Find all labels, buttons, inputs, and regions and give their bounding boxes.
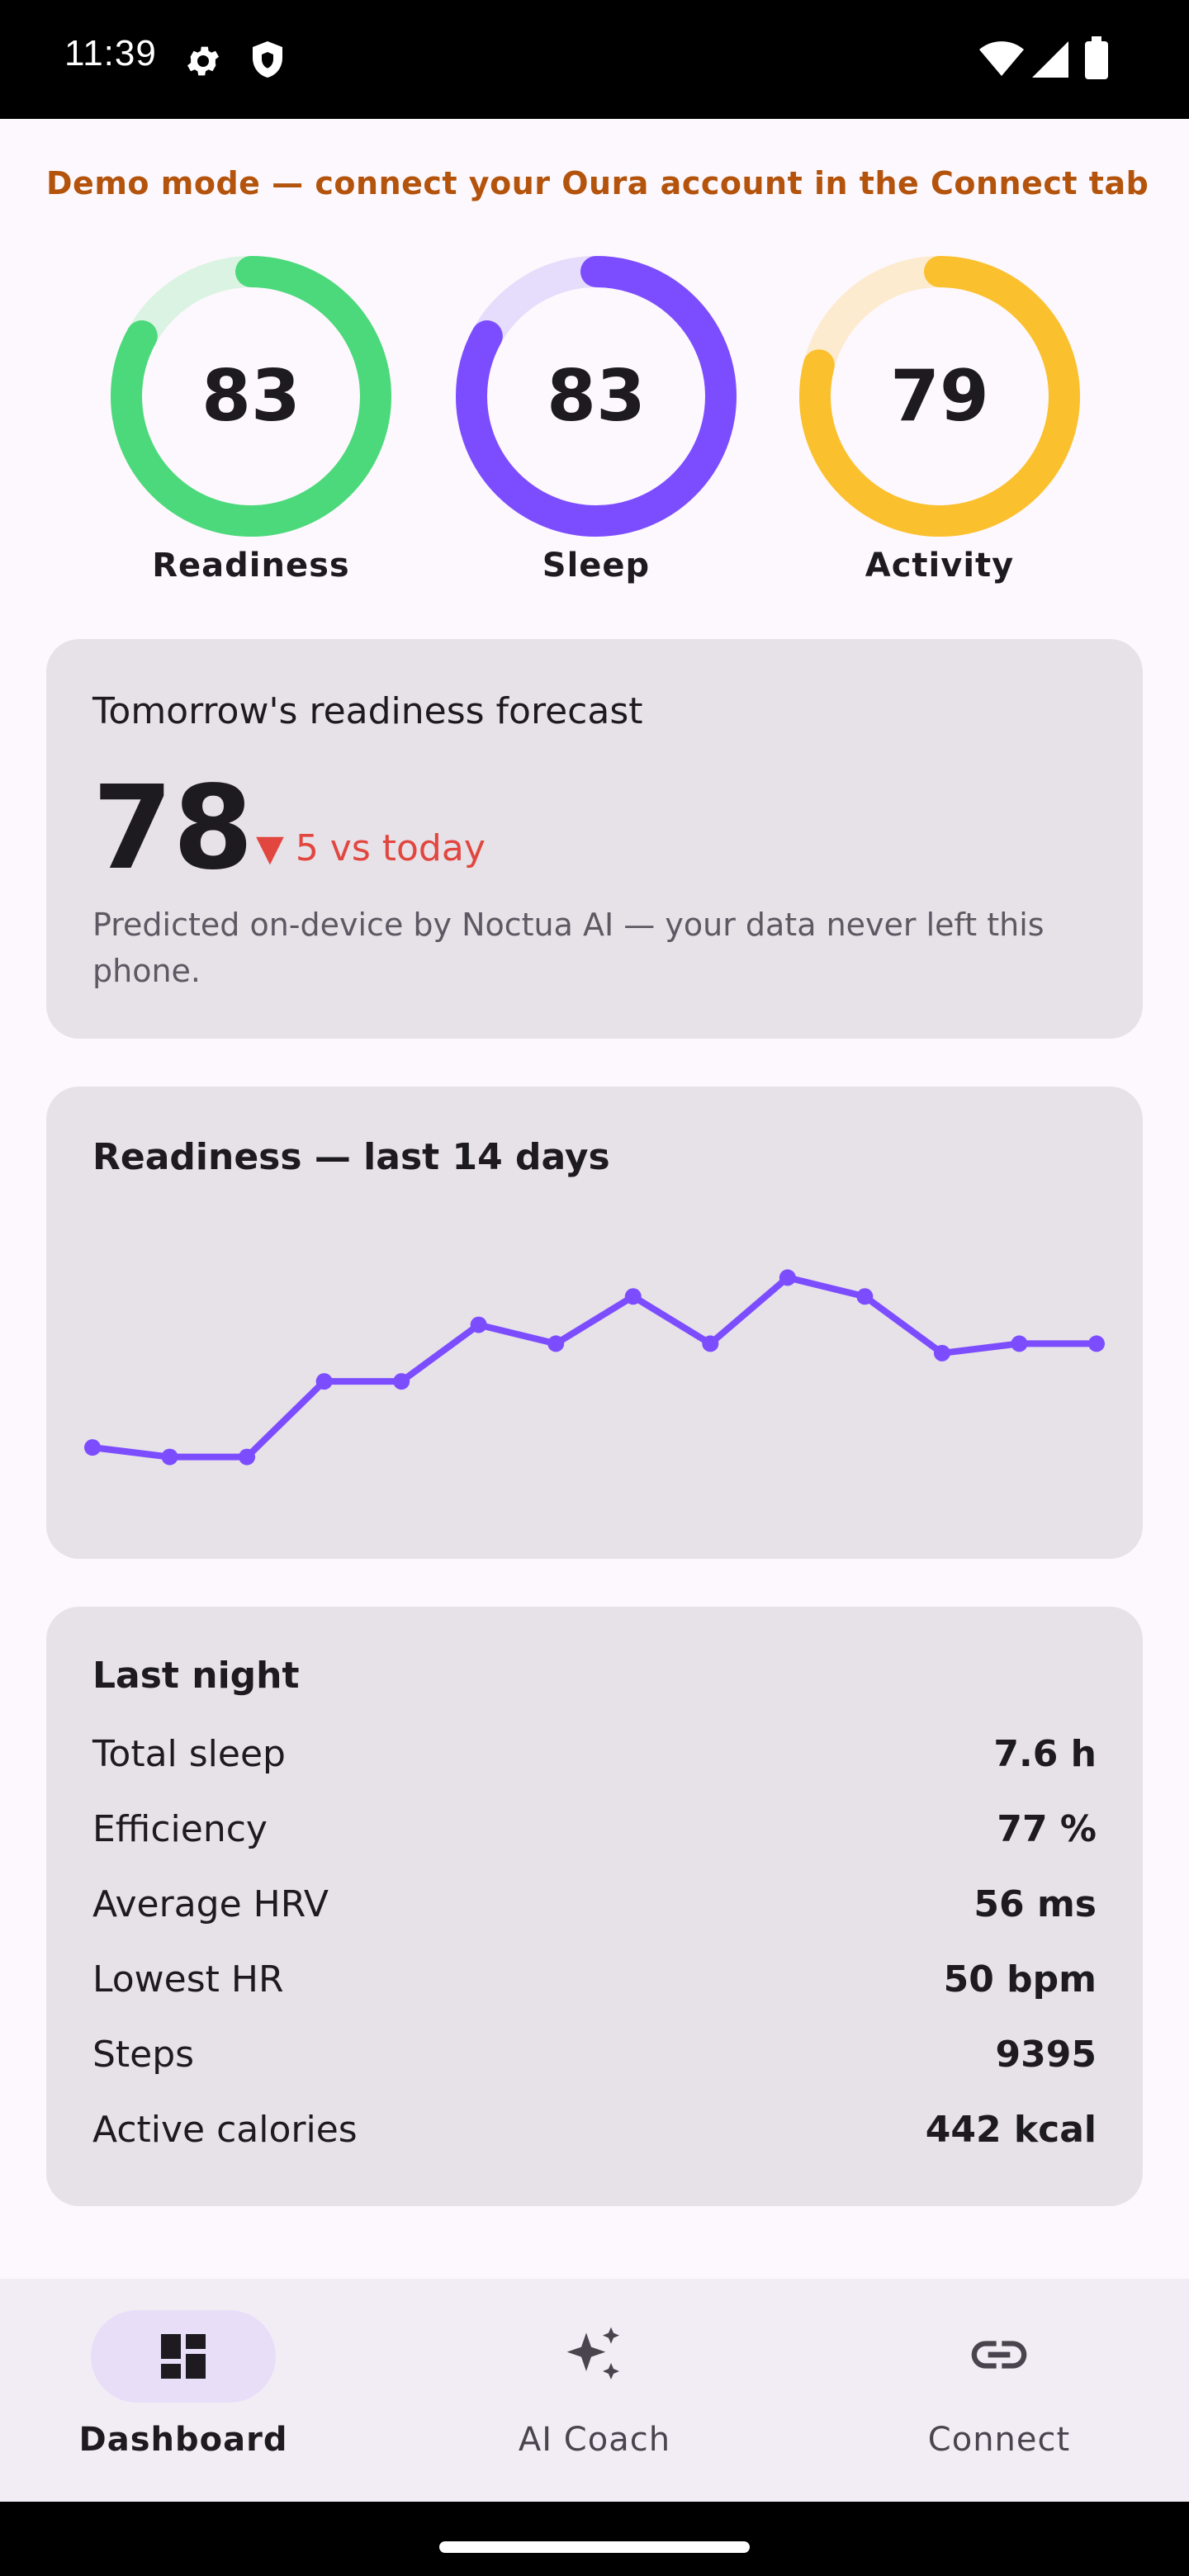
gear-icon bbox=[187, 46, 219, 76]
readiness-point-day-14 bbox=[1088, 1335, 1105, 1352]
stat-value: 50 bpm bbox=[943, 1958, 1097, 2001]
ring-activity: 79 Activity bbox=[799, 256, 1080, 585]
readiness-point-day-13 bbox=[1011, 1335, 1028, 1352]
stat-row: Average HRV 56 ms bbox=[92, 1879, 1097, 1929]
readiness-point-day-2 bbox=[161, 1448, 178, 1466]
readiness-point-day-12 bbox=[933, 1344, 950, 1361]
gesture-navigation-area bbox=[0, 2502, 1189, 2576]
readiness-point-day-9 bbox=[702, 1335, 719, 1352]
readiness-point-day-6 bbox=[470, 1316, 487, 1333]
readiness-point-day-8 bbox=[624, 1288, 642, 1305]
nav-item-dashboard[interactable]: Dashboard bbox=[0, 2279, 388, 2502]
stat-label: Efficiency bbox=[92, 1807, 268, 1850]
nav-label-connect: Connect bbox=[927, 2421, 1071, 2459]
stat-row: Efficiency 77 % bbox=[92, 1804, 1097, 1854]
readiness-point-day-4 bbox=[315, 1373, 333, 1390]
stat-label: Average HRV bbox=[92, 1882, 329, 1925]
nav-item-connect[interactable]: Connect bbox=[801, 2279, 1189, 2502]
stat-value: 442 kcal bbox=[925, 2108, 1097, 2151]
readiness-point-day-3 bbox=[239, 1448, 256, 1466]
shield-icon bbox=[253, 41, 282, 78]
ring-label: Sleep bbox=[542, 547, 651, 585]
readiness-point-day-5 bbox=[393, 1373, 410, 1390]
stat-label: Active calories bbox=[92, 2108, 358, 2151]
readiness-series-line bbox=[89, 1274, 1100, 1461]
battery-icon bbox=[1085, 36, 1108, 79]
forecast-delta: ▼ 5 vs today bbox=[256, 827, 486, 869]
stat-row: Active calories 442 kcal bbox=[92, 2105, 1097, 2154]
status-bar: 11:39 bbox=[0, 0, 1189, 119]
readiness-line-chart bbox=[84, 1269, 1105, 1466]
last-night-title: Last night bbox=[92, 1655, 300, 1697]
signal-icon bbox=[1032, 41, 1068, 78]
demo-mode-banner: Demo mode — connect your Oura account in… bbox=[46, 165, 1149, 201]
readiness-point-day-10 bbox=[779, 1269, 796, 1286]
stat-row: Steps 9395 bbox=[92, 2029, 1097, 2079]
nav-label-dashboard: Dashboard bbox=[78, 2421, 288, 2459]
forecast-note: Predicted on-device by Noctua AI — your … bbox=[92, 907, 1045, 989]
stat-value: 9395 bbox=[995, 2033, 1097, 2076]
ring-value: 83 bbox=[547, 355, 646, 438]
stat-label: Total sleep bbox=[92, 1732, 286, 1775]
dashboard-icon bbox=[161, 2334, 206, 2379]
stat-label: Steps bbox=[92, 2033, 195, 2076]
forecast-card: Tomorrow's readiness forecast 78 ▼ 5 vs … bbox=[46, 639, 1143, 1039]
forecast-title: Tomorrow's readiness forecast bbox=[92, 690, 643, 732]
home-gesture-handle[interactable] bbox=[439, 2541, 750, 2553]
stat-value: 56 ms bbox=[973, 1882, 1097, 1925]
wifi-icon bbox=[979, 41, 1024, 76]
ring-value: 79 bbox=[890, 355, 989, 438]
ring-label: Readiness bbox=[152, 547, 350, 585]
readiness-chart-card: Readiness — last 14 days bbox=[46, 1087, 1143, 1559]
stat-row: Lowest HR 50 bpm bbox=[92, 1954, 1097, 2004]
ring-sleep: 83 Sleep bbox=[456, 256, 737, 585]
readiness-point-day-11 bbox=[856, 1288, 874, 1305]
stat-label: Lowest HR bbox=[92, 1958, 284, 2001]
stat-value: 77 % bbox=[997, 1807, 1097, 1850]
status-time: 11:39 bbox=[64, 33, 157, 73]
sparkle-icon bbox=[566, 2327, 619, 2379]
stat-value: 7.6 h bbox=[993, 1732, 1097, 1775]
stat-row: Total sleep 7.6 h bbox=[92, 1729, 1097, 1778]
readiness-point-day-7 bbox=[547, 1335, 565, 1352]
nav-item-ai-coach[interactable]: AI Coach bbox=[396, 2279, 793, 2502]
link-icon bbox=[971, 2341, 1027, 2369]
bottom-navigation: Dashboard AI Coach Connect bbox=[0, 2279, 1189, 2502]
ring-readiness: 83 Readiness bbox=[111, 256, 391, 585]
ring-value: 83 bbox=[201, 355, 301, 438]
ring-label: Activity bbox=[865, 547, 1015, 585]
last-night-card: Last night Total sleep 7.6 h Efficiency 77 … bbox=[46, 1607, 1143, 2206]
nav-label-ai-coach: AI Coach bbox=[518, 2421, 671, 2459]
readiness-point-day-1 bbox=[84, 1439, 101, 1456]
forecast-value: 78 bbox=[92, 761, 253, 896]
